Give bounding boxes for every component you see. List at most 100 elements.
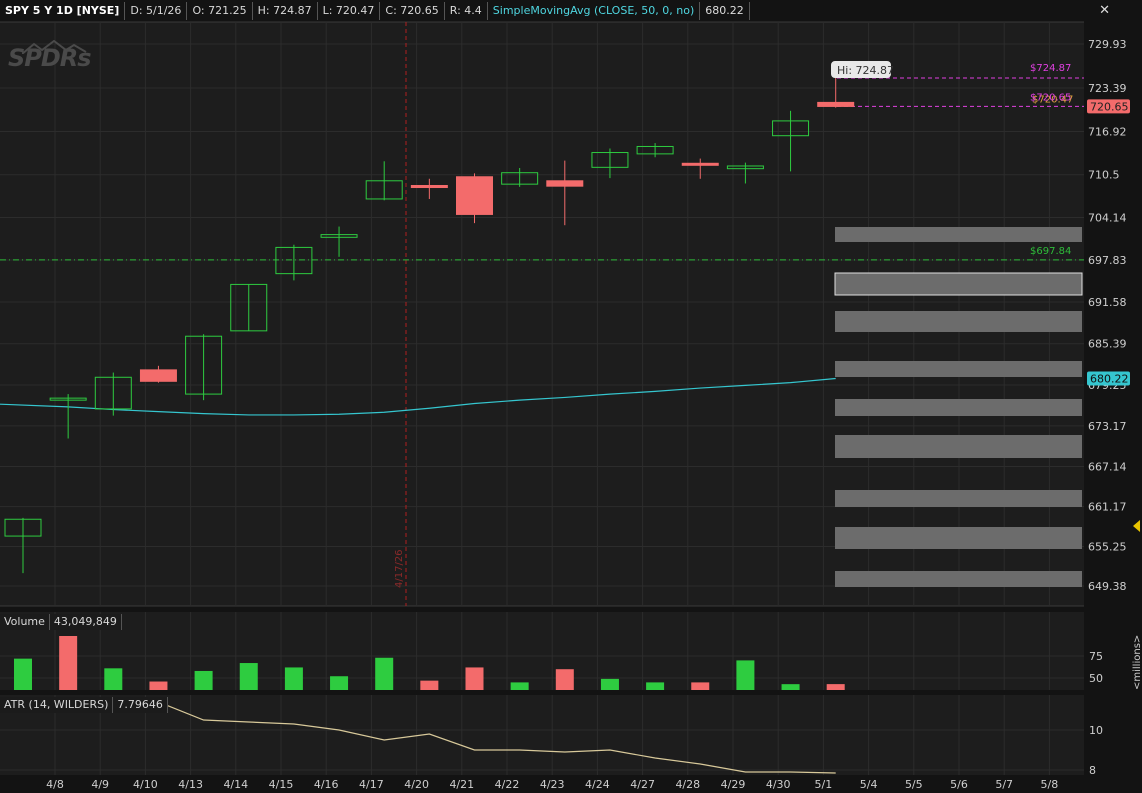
price-level-box xyxy=(835,490,1082,507)
close-line-label: $720.65 xyxy=(1030,92,1071,103)
atr-value: 7.79646 xyxy=(113,697,168,713)
price-tick-label: 729.93 xyxy=(1088,38,1127,51)
study-value: 680.22 xyxy=(700,2,750,20)
x-tick-label: 5/6 xyxy=(950,778,968,791)
price-level-box xyxy=(835,571,1082,587)
candle-body xyxy=(546,180,584,187)
volume-bar xyxy=(781,684,800,690)
volume-bar xyxy=(510,682,529,690)
x-tick-label: 4/23 xyxy=(540,778,565,791)
level-label: $697.84 xyxy=(1030,246,1071,257)
volume-bar xyxy=(284,667,303,690)
x-tick-label: 4/13 xyxy=(178,778,203,791)
hi-bubble-text: Hi: 724.87 xyxy=(837,64,894,77)
x-tick-label: 4/14 xyxy=(223,778,248,791)
price-tick-label: 673.17 xyxy=(1088,420,1127,433)
x-tick-label: 4/29 xyxy=(721,778,746,791)
candle-body xyxy=(456,176,493,215)
atr-tick-label: 8 xyxy=(1089,764,1096,777)
x-tick-label: 5/7 xyxy=(995,778,1013,791)
volume-bar xyxy=(194,670,213,690)
close-label: C: 720.65 xyxy=(380,2,445,20)
volume-bar xyxy=(59,636,78,690)
volume-bar xyxy=(375,657,394,690)
price-level-box xyxy=(835,399,1082,416)
date-marker-label: 4/17/26 xyxy=(394,549,405,588)
candle-body xyxy=(410,185,448,189)
price-tick-label: 685.39 xyxy=(1088,338,1127,351)
volume-bar xyxy=(104,668,123,690)
volume-value: 43,049,849 xyxy=(49,614,122,630)
volume-bar xyxy=(149,681,168,690)
x-tick-label: 5/8 xyxy=(1041,778,1059,791)
price-tick-label: 667.14 xyxy=(1088,460,1127,473)
chart-canvas[interactable]: 4/8 4/9 4/10 4/13 4/14 4/15 4/16 4/17 4/20 4/21 4/… xyxy=(0,0,1142,793)
x-tick-label: 4/8 xyxy=(46,778,64,791)
x-tick-label: 4/21 xyxy=(449,778,474,791)
price-slider-handle[interactable] xyxy=(1133,520,1140,532)
price-level-box xyxy=(835,361,1082,377)
range-label: R: 4.4 xyxy=(445,2,488,20)
x-tick-label: 4/20 xyxy=(404,778,429,791)
price-level-box xyxy=(835,311,1082,332)
price-tick-label: 716.92 xyxy=(1088,126,1127,139)
volume-bar xyxy=(14,658,32,690)
candle-body xyxy=(817,101,855,107)
volume-label[interactable]: Volume xyxy=(0,614,50,630)
price-tick-label: 697.83 xyxy=(1088,254,1127,267)
x-tick-label: 5/4 xyxy=(860,778,878,791)
volume-bar xyxy=(555,669,574,690)
atr-header: ATR (14, WILDERS) 7.79646 xyxy=(0,696,168,714)
x-tick-label: 4/28 xyxy=(675,778,700,791)
volume-bar xyxy=(691,682,710,690)
x-tick-label: 4/17 xyxy=(359,778,384,791)
symbol-label[interactable]: SPY 5 Y 1D [NYSE] xyxy=(0,2,126,20)
price-tick-label: 655.25 xyxy=(1088,541,1127,554)
price-level-box xyxy=(834,272,1083,296)
price-tick-label: 723.39 xyxy=(1088,82,1127,95)
high-label: H: 724.87 xyxy=(253,2,318,20)
candle-body xyxy=(139,369,177,382)
volume-tick-label: 50 xyxy=(1089,672,1103,685)
volume-bar xyxy=(646,682,665,690)
last-price-tag-text: 720.65 xyxy=(1090,100,1129,113)
chart-header: SPY 5 Y 1D [NYSE] D: 5/1/26 O: 721.25 H:… xyxy=(0,1,750,21)
x-tick-label: 5/5 xyxy=(905,778,923,791)
sma-price-tag-text: 680.22 xyxy=(1090,372,1129,385)
candle-body xyxy=(681,162,719,166)
x-tick-label: 4/9 xyxy=(91,778,109,791)
x-tick-label: 4/24 xyxy=(585,778,610,791)
volume-unit-label: <millions> xyxy=(1132,635,1142,690)
price-tick-label: 661.17 xyxy=(1088,501,1127,514)
price-level-box xyxy=(835,227,1082,242)
x-tick-label: 4/27 xyxy=(630,778,655,791)
volume-tick-label: 75 xyxy=(1089,650,1103,663)
x-tick-label: 4/10 xyxy=(133,778,158,791)
volume-header: Volume 43,049,849 xyxy=(0,613,122,631)
price-level-box xyxy=(835,527,1082,549)
spdr-logo: SPDRs xyxy=(8,44,92,72)
atr-tick-label: 10 xyxy=(1089,724,1103,737)
low-label: L: 720.47 xyxy=(318,2,381,20)
study-label[interactable]: SimpleMovingAvg (CLOSE, 50, 0, no) xyxy=(488,2,701,20)
x-tick-label: 4/16 xyxy=(314,778,339,791)
x-tick-label: 5/1 xyxy=(815,778,833,791)
atr-label[interactable]: ATR (14, WILDERS) xyxy=(0,697,114,713)
price-tick-label: 710.5 xyxy=(1088,169,1120,182)
high-line-label: $724.87 xyxy=(1030,63,1071,74)
x-tick-label: 4/22 xyxy=(495,778,520,791)
date-label: D: 5/1/26 xyxy=(125,2,188,20)
price-tick-label: 691.58 xyxy=(1088,296,1127,309)
x-tick-label: 4/15 xyxy=(269,778,294,791)
volume-bar xyxy=(465,667,484,690)
volume-bar xyxy=(239,663,258,690)
x-tick-label: 4/30 xyxy=(766,778,791,791)
volume-bar xyxy=(826,684,845,690)
volume-bar xyxy=(600,678,619,690)
price-level-box xyxy=(835,435,1082,458)
open-label: O: 721.25 xyxy=(187,2,253,20)
price-tick-label: 649.38 xyxy=(1088,580,1127,593)
volume-bar xyxy=(420,680,439,690)
collapse-icon[interactable]: ✕ xyxy=(1099,3,1110,18)
volume-bar xyxy=(330,676,349,690)
